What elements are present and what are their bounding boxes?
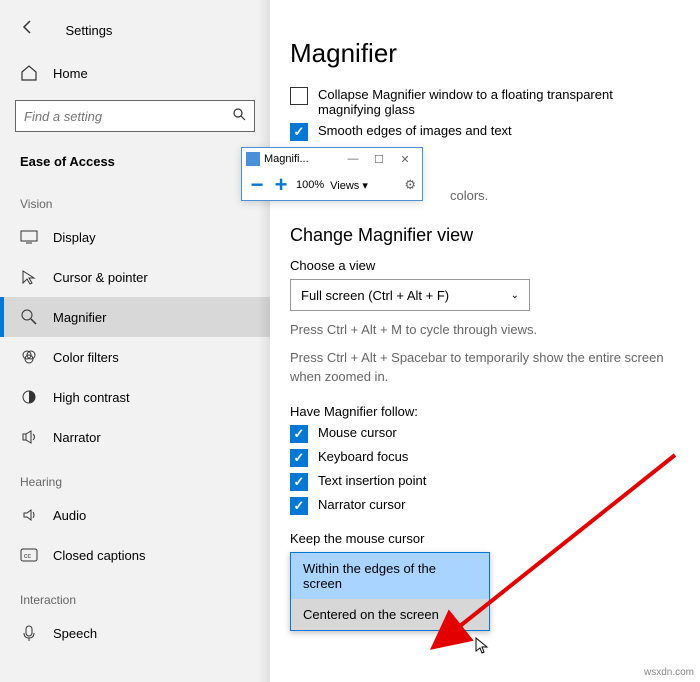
checkbox-icon[interactable]: ✓ [290, 497, 308, 515]
high-contrast-icon [20, 388, 38, 406]
spacebar-hint: Press Ctrl + Alt + Spacebar to temporari… [290, 349, 670, 385]
change-view-heading: Change Magnifier view [290, 225, 670, 246]
zoom-level: 100% [296, 179, 324, 191]
audio-icon [20, 506, 38, 524]
checkbox-label: Mouse cursor [318, 425, 397, 440]
search-input[interactable] [24, 109, 232, 124]
nav-label: Closed captions [53, 548, 146, 563]
nav-closed-captions[interactable]: cc Closed captions [0, 535, 270, 575]
checkbox-icon[interactable]: ✓ [290, 473, 308, 491]
gear-icon[interactable]: ⚙ [404, 177, 416, 193]
nav-narrator[interactable]: Narrator [0, 417, 270, 457]
follow-heading: Have Magnifier follow: [290, 404, 670, 419]
checkbox-follow-keyboard[interactable]: ✓ Keyboard focus [290, 449, 670, 467]
nav-audio[interactable]: Audio [0, 495, 270, 535]
keep-cursor-dropdown[interactable]: Within the edges of the screen Centered … [290, 552, 490, 631]
group-hearing: Hearing [0, 457, 270, 495]
section-heading: Ease of Access [0, 140, 270, 179]
narrator-icon [20, 428, 38, 446]
cycle-hint: Press Ctrl + Alt + M to cycle through vi… [290, 321, 670, 339]
page-title: Magnifier [290, 38, 670, 69]
captions-icon: cc [20, 546, 38, 564]
magnifier-titlebar[interactable]: Magnifi... — ☐ ✕ [242, 148, 422, 170]
invert-hint: colors. [450, 187, 670, 205]
home-label: Home [53, 66, 88, 81]
checkbox-icon[interactable] [290, 87, 308, 105]
search-box[interactable] [15, 100, 255, 132]
close-button[interactable]: ✕ [392, 153, 418, 166]
maximize-button[interactable]: ☐ [366, 153, 392, 166]
checkbox-icon[interactable]: ✓ [290, 449, 308, 467]
speech-icon [20, 624, 38, 642]
nav-label: Magnifier [53, 310, 106, 325]
group-vision: Vision [0, 179, 270, 217]
dropdown-value: Full screen (Ctrl + Alt + F) [301, 288, 449, 303]
nav-display[interactable]: Display [0, 217, 270, 257]
nav-label: Cursor & pointer [53, 270, 148, 285]
nav-label: Narrator [53, 430, 101, 445]
dropdown-option-centered[interactable]: Centered on the screen [291, 599, 489, 630]
sidebar: Settings Home Ease of Access Vision Disp… [0, 0, 270, 682]
checkbox-label: Narrator cursor [318, 497, 405, 512]
nav-label: High contrast [53, 390, 130, 405]
zoom-in-button[interactable]: + [272, 172, 290, 198]
search-icon [232, 107, 246, 126]
minimize-button[interactable]: — [340, 153, 366, 165]
checkbox-follow-mouse[interactable]: ✓ Mouse cursor [290, 425, 670, 443]
magnifier-window[interactable]: Magnifi... — ☐ ✕ − + 100% Views ▾ ⚙ [241, 147, 423, 201]
views-menu[interactable]: Views ▾ [330, 179, 368, 192]
magnifier-icon [20, 308, 38, 326]
nav-color-filters[interactable]: Color filters [0, 337, 270, 377]
keep-cursor-label: Keep the mouse cursor [290, 531, 670, 546]
checkbox-label: Text insertion point [318, 473, 426, 488]
nav-magnifier[interactable]: Magnifier [0, 297, 270, 337]
dropdown-option-edges[interactable]: Within the edges of the screen [291, 553, 489, 599]
nav-cursor[interactable]: Cursor & pointer [0, 257, 270, 297]
settings-label: Settings [65, 23, 112, 38]
choose-view-label: Choose a view [290, 258, 670, 273]
color-filters-icon [20, 348, 38, 366]
display-icon [20, 228, 38, 246]
nav-speech[interactable]: Speech [0, 613, 270, 653]
zoom-out-button[interactable]: − [248, 172, 266, 198]
checkbox-label: Smooth edges of images and text [318, 123, 512, 138]
checkbox-icon[interactable]: ✓ [290, 123, 308, 141]
back-button[interactable] [0, 15, 56, 44]
svg-text:cc: cc [24, 553, 32, 560]
checkbox-icon[interactable]: ✓ [290, 425, 308, 443]
group-interaction: Interaction [0, 575, 270, 613]
magnifier-toolbar: − + 100% Views ▾ ⚙ [242, 170, 422, 200]
view-dropdown[interactable]: Full screen (Ctrl + Alt + F) ⌄ [290, 279, 530, 311]
checkbox-label: Collapse Magnifier window to a floating … [318, 87, 670, 117]
checkbox-follow-text[interactable]: ✓ Text insertion point [290, 473, 670, 491]
checkbox-collapse[interactable]: Collapse Magnifier window to a floating … [290, 87, 670, 117]
checkbox-follow-narrator[interactable]: ✓ Narrator cursor [290, 497, 670, 515]
checkbox-smooth[interactable]: ✓ Smooth edges of images and text [290, 123, 670, 141]
cursor-icon [20, 268, 38, 286]
chevron-down-icon: ⌄ [511, 290, 519, 301]
home-button[interactable]: Home [0, 54, 270, 92]
home-icon [20, 64, 38, 82]
nav-label: Color filters [53, 350, 119, 365]
magnifier-title: Magnifi... [264, 153, 309, 165]
nav-high-contrast[interactable]: High contrast [0, 377, 270, 417]
magnifier-app-icon [246, 152, 260, 166]
nav-label: Display [53, 230, 96, 245]
main-content: Magnifier Collapse Magnifier window to a… [270, 0, 700, 651]
nav-label: Audio [53, 508, 86, 523]
nav-label: Speech [53, 626, 97, 641]
checkbox-label: Keyboard focus [318, 449, 408, 464]
watermark: wsxdn.com [644, 667, 694, 678]
